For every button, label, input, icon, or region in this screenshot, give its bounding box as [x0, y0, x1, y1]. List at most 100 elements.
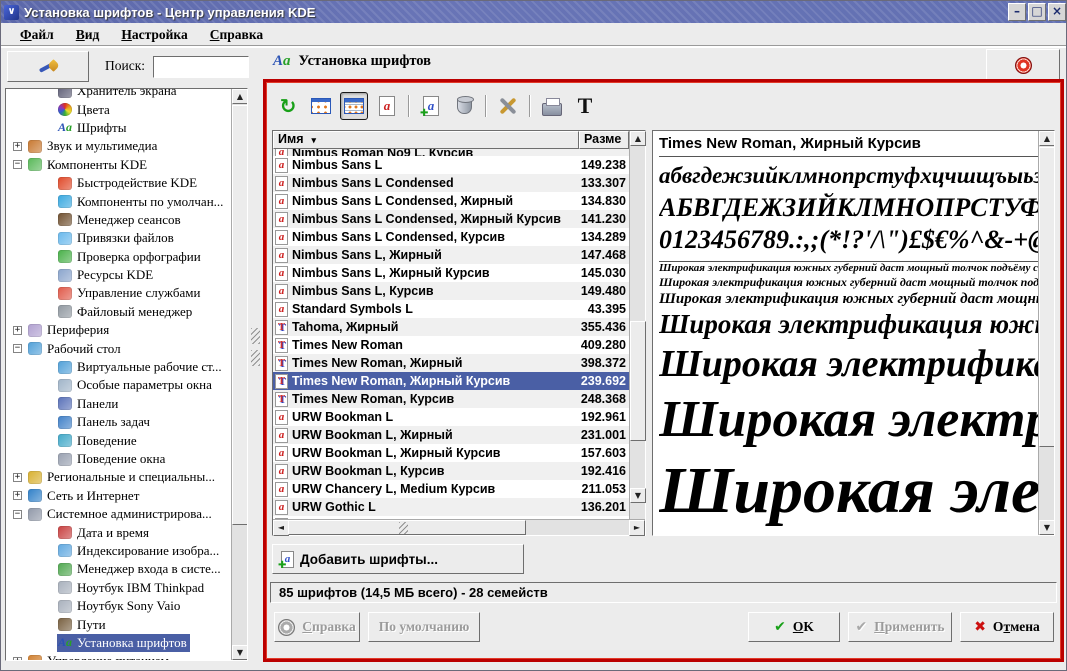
tree-expander-icon[interactable]: − — [13, 344, 22, 353]
sidebar-item[interactable]: Файловый менеджер — [7, 303, 229, 321]
font-row[interactable]: aNimbus Sans L149.238 — [273, 156, 629, 174]
font-row[interactable]: aNimbus Sans L Condensed, Курсив134.289 — [273, 228, 629, 246]
scrollbar-thumb[interactable] — [1039, 147, 1055, 447]
add-fonts-button[interactable]: a✚ Добавить шрифты... — [272, 544, 524, 574]
apply-button[interactable]: ✔ Применить — [848, 612, 952, 642]
font-row[interactable]: aURW Bookman L, Жирный Курсив157.603 — [273, 444, 629, 462]
sidebar-item[interactable]: Управление службами — [7, 284, 229, 302]
sidebar-item[interactable]: AaУстановка шрифтов — [7, 634, 229, 652]
scrollbar-thumb[interactable] — [288, 520, 526, 535]
menu-item[interactable]: Вид — [67, 25, 109, 45]
sidebar-item[interactable]: Поведение — [7, 431, 229, 449]
sidebar-item[interactable]: Проверка орфографии — [7, 248, 229, 266]
font-row[interactable]: TTimes New Roman, Курсив248.368 — [273, 390, 629, 408]
title-bar[interactable]: ∨ Установка шрифтов - Центр управления K… — [1, 1, 1067, 23]
tree-expander-icon[interactable]: − — [13, 510, 22, 519]
font-row[interactable]: aNimbus Sans L Condensed133.307 — [273, 174, 629, 192]
configure-icon[interactable] — [494, 92, 522, 120]
sidebar-item[interactable]: Пути — [7, 615, 229, 633]
sidebar-item[interactable]: −Системное администрирова... — [7, 505, 229, 523]
sidebar-item[interactable]: Ресурсы KDE — [7, 266, 229, 284]
add-font-icon[interactable]: a✚ — [417, 92, 445, 120]
sidebar-item[interactable]: Менеджер входа в систе... — [7, 560, 229, 578]
font-row[interactable]: aStandard Symbols L43.395 — [273, 300, 629, 318]
tree-expander-icon[interactable]: + — [13, 491, 22, 500]
close-button[interactable]: × — [1048, 3, 1066, 21]
menu-item[interactable]: Справка — [201, 25, 272, 45]
font-row[interactable]: TTimes New Roman, Жирный398.372 — [273, 354, 629, 372]
minimize-button[interactable]: – — [1008, 3, 1026, 21]
sidebar-item[interactable]: Ноутбук Sony Vaio — [7, 597, 229, 615]
font-row[interactable]: aNimbus Sans L Condensed, Жирный134.830 — [273, 192, 629, 210]
sidebar-item[interactable]: Индексирование изобра... — [7, 542, 229, 560]
search-input[interactable] — [153, 56, 249, 78]
tree-scrollbar[interactable]: ▲ ▼ — [231, 89, 247, 660]
sidebar-item[interactable]: +Сеть и Интернет — [7, 487, 229, 505]
sidebar-item[interactable]: Привязки файлов — [7, 229, 229, 247]
font-row[interactable]: TTahoma, Жирный355.436 — [273, 318, 629, 336]
sidebar-item[interactable]: Виртуальные рабочие ст... — [7, 358, 229, 376]
scroll-down-icon[interactable]: ▼ — [1039, 520, 1055, 535]
font-row[interactable]: aURW Chancery L, Medium Курсив211.053 — [273, 480, 629, 498]
font-row[interactable]: aNimbus Sans L, Жирный Курсив145.030 — [273, 264, 629, 282]
tree-expander-icon[interactable]: − — [13, 160, 22, 169]
scrollbar-thumb[interactable] — [630, 321, 646, 441]
clear-search-button[interactable] — [7, 51, 89, 82]
splitter[interactable] — [248, 88, 263, 661]
delete-icon[interactable] — [450, 92, 478, 120]
sidebar-item[interactable]: Цвета — [7, 100, 229, 118]
scroll-up-icon[interactable]: ▲ — [232, 89, 248, 104]
font-row[interactable]: TTimes New Roman409.280 — [273, 336, 629, 354]
sidebar-item[interactable]: +Звук и мультимедиа — [7, 137, 229, 155]
tree-expander-icon[interactable]: + — [13, 473, 22, 482]
scrollbar-thumb[interactable] — [232, 105, 248, 525]
sidebar-item[interactable]: −Рабочий стол — [7, 339, 229, 357]
column-size[interactable]: Разме — [579, 131, 629, 149]
sidebar-item[interactable]: +Региональные и специальны... — [7, 468, 229, 486]
font-row[interactable]: aNimbus Sans L Condensed, Жирный Курсив1… — [273, 210, 629, 228]
font-row[interactable]: aNimbus Sans L, Курсив149.480 — [273, 282, 629, 300]
sidebar-item[interactable]: Особые параметры окна — [7, 376, 229, 394]
sidebar-item[interactable]: Менеджер сеансов — [7, 211, 229, 229]
font-row[interactable]: TTimes New Roman, Жирный Курсив239.692 — [273, 372, 629, 390]
sidebar-item[interactable]: Поведение окна — [7, 450, 229, 468]
defaults-button[interactable]: По умолчанию — [368, 612, 480, 642]
maximize-button[interactable]: □ — [1028, 3, 1046, 21]
cancel-button[interactable]: ✖ Отмена — [960, 612, 1054, 642]
scroll-down-icon[interactable]: ▼ — [232, 645, 248, 660]
print-icon[interactable] — [538, 92, 566, 120]
font-row[interactable]: aURW Bookman L, Жирный231.001 — [273, 426, 629, 444]
sidebar-item[interactable]: +Периферия — [7, 321, 229, 339]
preview-scrollbar[interactable]: ▲ ▼ — [1038, 131, 1054, 535]
sidebar-item[interactable]: Ноутбук IBM Thinkpad — [7, 579, 229, 597]
font-row[interactable]: aURW Bookman L, Курсив192.416 — [273, 462, 629, 480]
sidebar-item[interactable]: +Управление питанием — [7, 652, 229, 661]
scroll-right-icon[interactable]: ► — [629, 520, 645, 536]
sidebar-item[interactable]: Компоненты по умолчан... — [7, 192, 229, 210]
tree-expander-icon[interactable]: + — [13, 326, 22, 335]
font-row[interactable]: aNimbus Roman No9 L, Курсив — [273, 149, 629, 156]
font-row[interactable]: aURW Gothic L136.201 — [273, 498, 629, 516]
sidebar-item[interactable]: Дата и время — [7, 523, 229, 541]
scroll-up-icon[interactable]: ▲ — [1039, 131, 1055, 146]
column-name[interactable]: Имя▾ — [273, 131, 579, 149]
preview-text-icon[interactable]: T — [571, 92, 599, 120]
help-button[interactable]: Справка — [274, 612, 360, 642]
sidebar-item[interactable]: Панель задач — [7, 413, 229, 431]
sidebar-item[interactable]: Хранитель экрана — [7, 88, 229, 100]
sidebar-item[interactable]: −Компоненты KDE — [7, 156, 229, 174]
menu-item[interactable]: Файл — [11, 25, 63, 45]
font-row[interactable]: aNimbus Sans L, Жирный147.468 — [273, 246, 629, 264]
sidebar-item[interactable]: AaШрифты — [7, 119, 229, 137]
icon-view-icon[interactable] — [307, 92, 335, 120]
list-hscrollbar[interactable]: ◄ ► — [273, 519, 645, 535]
font-file-icon[interactable]: a — [373, 92, 401, 120]
list-vscrollbar[interactable]: ▲ ▼ — [629, 131, 645, 519]
help-button-top[interactable] — [986, 49, 1060, 82]
detailed-view-icon[interactable] — [340, 92, 368, 120]
menu-item[interactable]: Настройка — [112, 25, 196, 45]
scroll-left-icon[interactable]: ◄ — [273, 520, 289, 536]
sidebar-item[interactable]: Быстродействие KDE — [7, 174, 229, 192]
scroll-up-icon[interactable]: ▲ — [630, 131, 646, 146]
font-row[interactable]: aURW Bookman L192.961 — [273, 408, 629, 426]
